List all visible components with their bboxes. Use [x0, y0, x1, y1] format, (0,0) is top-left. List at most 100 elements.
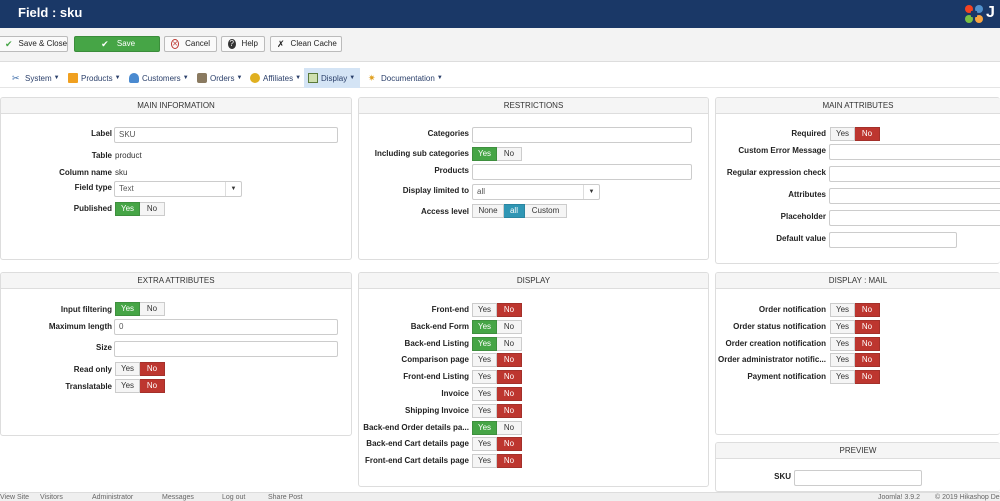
- view-site-link[interactable]: View Site: [0, 493, 29, 501]
- no-button[interactable]: No: [497, 403, 522, 418]
- required-yes-button[interactable]: Yes: [830, 127, 855, 141]
- yes-button[interactable]: Yes: [472, 336, 497, 351]
- yes-button[interactable]: Yes: [830, 303, 855, 317]
- panel-heading: DISPLAY: [359, 273, 708, 289]
- menu-affiliates-label: Affiliates: [263, 73, 294, 83]
- cancel-label: Cancel: [185, 39, 210, 48]
- display-limited-select[interactable]: all ▼: [472, 184, 600, 200]
- access-none-button[interactable]: None: [472, 204, 504, 218]
- toolbar: ✔ Save & Close ✔ Save ✕ Cancel ? Help ✗ …: [0, 28, 1000, 62]
- no-button[interactable]: No: [497, 437, 522, 452]
- menu-products-label: Products: [81, 73, 113, 83]
- products-input[interactable]: [472, 164, 692, 180]
- published-no-button[interactable]: No: [140, 202, 165, 216]
- required-toggle: Yes No: [830, 127, 880, 141]
- field-type-select[interactable]: Text ▼: [114, 181, 242, 197]
- no-button[interactable]: No: [497, 454, 522, 469]
- yes-button[interactable]: Yes: [830, 319, 855, 334]
- check-icon: ✔: [101, 39, 109, 49]
- no-button[interactable]: No: [497, 387, 522, 401]
- share-post-link[interactable]: Share Post: [268, 493, 303, 501]
- clean-cache-button[interactable]: ✗ Clean Cache: [270, 36, 342, 52]
- yes-button[interactable]: Yes: [472, 454, 497, 469]
- no-button[interactable]: No: [855, 370, 880, 385]
- yes-button[interactable]: Yes: [472, 387, 497, 401]
- yes-button[interactable]: Yes: [830, 370, 855, 385]
- save-button[interactable]: ✔ Save: [74, 36, 160, 52]
- yes-no-toggle: Yes No: [472, 454, 522, 469]
- placeholder-input[interactable]: [829, 210, 1000, 226]
- custom-error-input[interactable]: [829, 144, 1000, 160]
- display-panel: DISPLAY Front-end Yes No Back-end Form Yes No…: [358, 272, 709, 487]
- users-icon: [129, 73, 139, 83]
- yes-button[interactable]: Yes: [830, 353, 855, 368]
- menu-affiliates[interactable]: Affiliates ▼: [246, 68, 305, 88]
- translatable-yes-button[interactable]: Yes: [115, 379, 140, 393]
- toggle-row-label: Front-end Listing: [403, 372, 469, 382]
- read-only-yes-button[interactable]: Yes: [115, 362, 140, 376]
- categories-input[interactable]: [472, 127, 692, 143]
- categories-label: Categories: [427, 129, 469, 138]
- menu-documentation[interactable]: ✷ Documentation ▼: [364, 68, 447, 88]
- help-button[interactable]: ? Help: [221, 36, 265, 52]
- translatable-no-button[interactable]: No: [140, 379, 165, 393]
- size-input[interactable]: [114, 341, 338, 357]
- affiliates-icon: [250, 73, 260, 83]
- no-button[interactable]: No: [497, 370, 522, 385]
- no-button[interactable]: No: [855, 353, 880, 368]
- regex-input[interactable]: [829, 166, 1000, 182]
- menu-display-label: Display: [321, 73, 348, 83]
- no-button[interactable]: No: [497, 319, 522, 334]
- access-custom-button[interactable]: Custom: [525, 204, 567, 218]
- published-yes-button[interactable]: Yes: [115, 202, 140, 216]
- default-value-input[interactable]: [829, 232, 957, 248]
- menu-orders[interactable]: Orders ▼: [193, 68, 246, 88]
- maximum-length-input[interactable]: 0: [114, 319, 338, 335]
- no-button[interactable]: No: [497, 420, 522, 435]
- no-button[interactable]: No: [497, 303, 522, 317]
- preview-panel: PREVIEW SKU: [715, 442, 1000, 492]
- yes-no-toggle: Yes No: [830, 303, 880, 317]
- logout-link[interactable]: Log out: [222, 493, 245, 501]
- yes-button[interactable]: Yes: [472, 319, 497, 334]
- menu-customers[interactable]: Customers ▼: [125, 68, 193, 88]
- messages-badge: Messages: [162, 494, 194, 501]
- menu-display[interactable]: Display ▼: [304, 68, 360, 88]
- yes-button[interactable]: Yes: [472, 303, 497, 317]
- preview-sku-input[interactable]: [794, 470, 922, 486]
- no-button[interactable]: No: [855, 303, 880, 317]
- input-filtering-yes-button[interactable]: Yes: [115, 302, 140, 316]
- toggle-row-label: Front-end Cart details page: [364, 456, 469, 466]
- read-only-toggle: Yes No: [115, 362, 165, 376]
- yes-button[interactable]: Yes: [472, 437, 497, 452]
- yes-button[interactable]: Yes: [472, 353, 497, 368]
- page-header: Field : sku J: [0, 0, 1000, 28]
- yes-button[interactable]: Yes: [830, 336, 855, 351]
- required-no-button[interactable]: No: [855, 127, 880, 141]
- yes-no-toggle: Yes No: [472, 387, 522, 401]
- yes-no-toggle: Yes No: [472, 420, 522, 435]
- cancel-button[interactable]: ✕ Cancel: [164, 36, 217, 52]
- subcategories-no-button[interactable]: No: [497, 147, 522, 161]
- no-button[interactable]: No: [855, 336, 880, 351]
- save-close-button[interactable]: ✔ Save & Close: [0, 36, 68, 52]
- panel-heading: MAIN ATTRIBUTES: [716, 98, 1000, 114]
- no-button[interactable]: No: [855, 319, 880, 334]
- read-only-no-button[interactable]: No: [140, 362, 165, 376]
- menu-products[interactable]: Products ▼: [64, 68, 125, 88]
- menu-system[interactable]: ✂ System ▼: [8, 68, 64, 88]
- attributes-input[interactable]: [829, 188, 1000, 204]
- label-input[interactable]: SKU: [114, 127, 338, 143]
- input-filtering-no-button[interactable]: No: [140, 302, 165, 316]
- subcategories-toggle: Yes No: [472, 147, 522, 161]
- yes-button[interactable]: Yes: [472, 420, 497, 435]
- yes-button[interactable]: Yes: [472, 370, 497, 385]
- no-button[interactable]: No: [497, 336, 522, 351]
- no-button[interactable]: No: [497, 353, 522, 368]
- yes-button[interactable]: Yes: [472, 403, 497, 418]
- administrator-badge: Administrator: [92, 494, 134, 501]
- access-level-label: Access level: [420, 207, 469, 216]
- access-all-button[interactable]: all: [504, 204, 525, 218]
- subcategories-yes-button[interactable]: Yes: [472, 147, 497, 161]
- help-label: Help: [241, 39, 258, 48]
